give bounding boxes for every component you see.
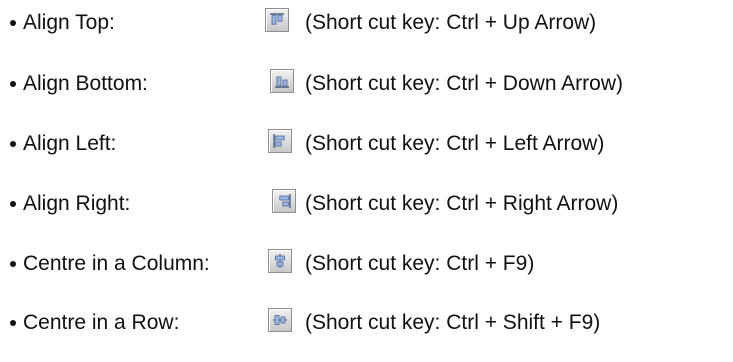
centre-row-icon[interactable] — [268, 308, 292, 332]
shortcut-text: (Short cut key: Ctrl + Shift + F9) — [305, 311, 601, 334]
align-left-icon[interactable] — [268, 129, 292, 153]
item-label: Align Top: — [23, 11, 115, 34]
item-label: Align Bottom: — [23, 72, 148, 95]
list-item-align-top: Align Top: (Short cut key: Ctrl + Up Arr… — [0, 6, 733, 46]
bullet — [10, 261, 16, 267]
item-label: Centre in a Column: — [23, 252, 210, 275]
shortcut-text: (Short cut key: Ctrl + Right Arrow) — [305, 192, 619, 215]
shortcut-text: (Short cut key: Ctrl + Up Arrow) — [305, 11, 597, 34]
bullet — [10, 320, 16, 326]
list-item-align-bottom: Align Bottom: (Short cut key: Ctrl + Dow… — [0, 67, 733, 107]
item-label: Align Left: — [23, 132, 117, 155]
align-top-icon[interactable] — [265, 8, 289, 32]
align-bottom-icon[interactable] — [270, 69, 294, 93]
shortcut-text: (Short cut key: Ctrl + Left Arrow) — [305, 132, 605, 155]
align-right-icon[interactable] — [272, 189, 296, 213]
list-item-centre-in-a-column: Centre in a Column: (Short cut key: Ctrl… — [0, 247, 733, 287]
shortcut-text: (Short cut key: Ctrl + F9) — [305, 252, 535, 275]
bullet — [10, 201, 16, 207]
list-item-align-left: Align Left: (Short cut key: Ctrl + Left … — [0, 127, 733, 167]
list-item-centre-in-a-row: Centre in a Row: (Short cut key: Ctrl + … — [0, 306, 733, 346]
list-item-align-right: Align Right: (Short cut key: Ctrl + Righ… — [0, 187, 733, 227]
shortcut-text: (Short cut key: Ctrl + Down Arrow) — [305, 72, 624, 95]
item-label: Align Right: — [23, 192, 131, 215]
item-label: Centre in a Row: — [23, 311, 180, 334]
centre-column-icon[interactable] — [268, 249, 292, 273]
bullet — [10, 20, 16, 26]
bullet — [10, 141, 16, 147]
alignment-shortcuts-list: Align Top: (Short cut key: Ctrl + Up Arr… — [0, 0, 733, 362]
bullet — [10, 81, 16, 87]
